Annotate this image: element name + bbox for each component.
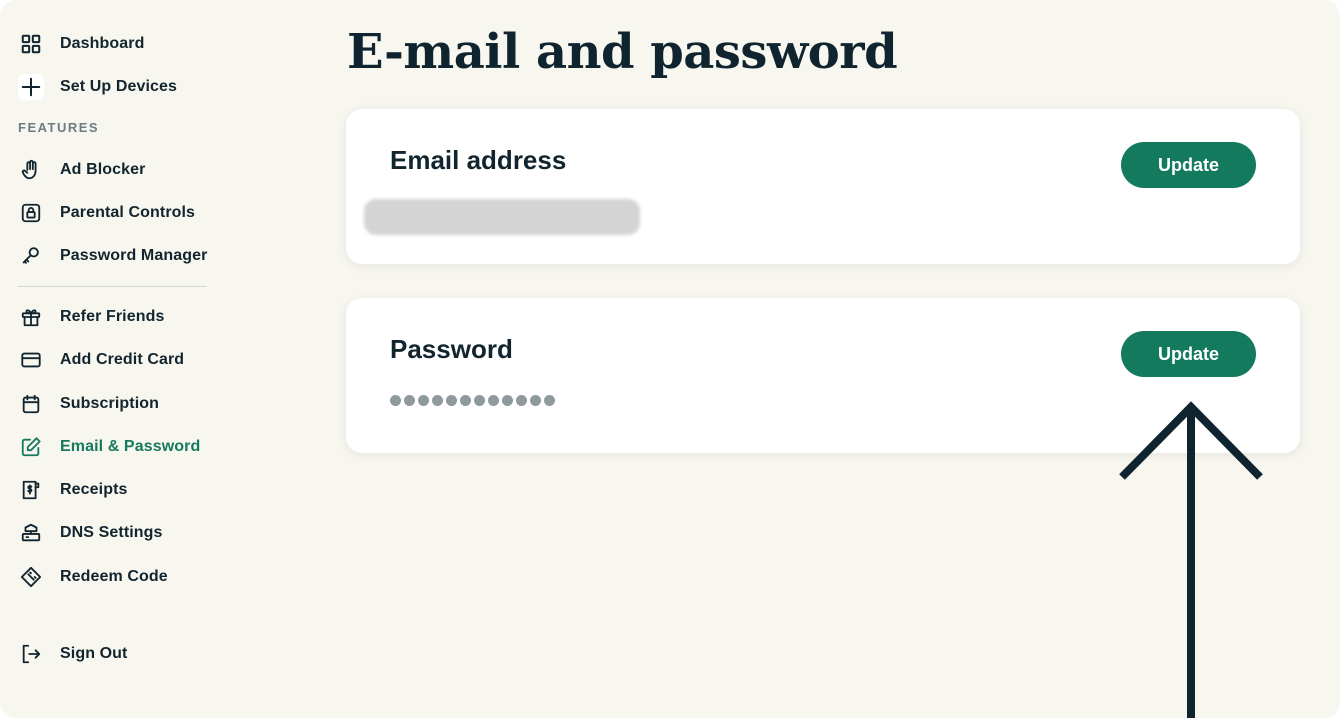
sidebar-item-redeem-code[interactable]: Redeem Code — [18, 563, 218, 591]
gift-icon — [18, 304, 44, 330]
sidebar-item-label: Redeem Code — [60, 568, 168, 585]
sidebar-item-dns-settings[interactable]: DNS Settings — [18, 519, 218, 547]
update-email-button[interactable]: Update — [1121, 142, 1256, 188]
sidebar: Dashboard Set Up Devices FEATURES Ad Blo… — [0, 0, 220, 718]
sidebar-divider — [18, 286, 207, 287]
password-mask-dot — [404, 395, 415, 406]
sidebar-item-label: Add Credit Card — [60, 351, 185, 368]
section-heading-features: FEATURES — [18, 120, 100, 135]
hand-icon — [18, 157, 44, 183]
password-mask-dot — [544, 395, 555, 406]
sidebar-item-password-manager[interactable]: Password Manager — [18, 242, 218, 270]
calendar-icon — [18, 391, 44, 417]
key-icon — [18, 243, 44, 269]
grid-icon — [18, 31, 44, 57]
page-title: E-mail and password — [347, 24, 898, 80]
email-value-redacted — [364, 199, 640, 235]
email-card: Email address Update — [346, 109, 1300, 264]
receipt-icon — [18, 477, 44, 503]
sidebar-item-label: DNS Settings — [60, 524, 163, 541]
dns-icon — [18, 520, 44, 546]
sidebar-item-label: Email & Password — [60, 438, 201, 455]
sign-out-icon — [18, 641, 44, 667]
ticket-icon — [18, 564, 44, 590]
sidebar-item-set-up-devices[interactable]: Set Up Devices — [18, 73, 218, 101]
sidebar-item-label: Dashboard — [60, 35, 145, 52]
sidebar-item-label: Ad Blocker — [60, 161, 146, 178]
plus-icon — [18, 74, 44, 100]
sidebar-item-label: Set Up Devices — [60, 78, 178, 95]
sidebar-item-ad-blocker[interactable]: Ad Blocker — [18, 156, 218, 184]
email-card-title: Email address — [390, 145, 567, 175]
password-mask-dot — [446, 395, 457, 406]
password-mask-dot — [390, 395, 401, 406]
sidebar-item-sign-out[interactable]: Sign Out — [18, 640, 218, 668]
credit-card-icon — [18, 347, 44, 373]
pointer-arrow-annotation — [1119, 401, 1263, 718]
sidebar-item-receipts[interactable]: Receipts — [18, 476, 218, 504]
password-mask-dot — [502, 395, 513, 406]
edit-icon — [18, 434, 44, 460]
password-mask-dot — [474, 395, 485, 406]
update-password-button[interactable]: Update — [1121, 331, 1256, 377]
sidebar-item-label: Parental Controls — [60, 204, 196, 221]
password-mask-dot — [488, 395, 499, 406]
sidebar-item-add-credit-card[interactable]: Add Credit Card — [18, 346, 218, 374]
sidebar-item-refer-friends[interactable]: Refer Friends — [18, 303, 218, 331]
password-mask-dot — [516, 395, 527, 406]
password-card-title: Password — [390, 334, 513, 364]
password-mask-dot — [432, 395, 443, 406]
password-mask-dot — [460, 395, 471, 406]
sidebar-item-label: Subscription — [60, 395, 159, 412]
sidebar-item-label: Receipts — [60, 481, 128, 498]
password-masked-value — [390, 395, 555, 406]
app-window: Dashboard Set Up Devices FEATURES Ad Blo… — [0, 0, 1340, 718]
sidebar-item-label: Sign Out — [60, 645, 128, 662]
password-mask-dot — [530, 395, 541, 406]
sidebar-item-email-password[interactable]: Email & Password — [18, 433, 218, 461]
sidebar-item-subscription[interactable]: Subscription — [18, 390, 218, 418]
password-mask-dot — [418, 395, 429, 406]
sidebar-item-dashboard[interactable]: Dashboard — [18, 30, 218, 58]
sidebar-item-label: Refer Friends — [60, 308, 165, 325]
sidebar-item-parental-controls[interactable]: Parental Controls — [18, 199, 218, 227]
sidebar-item-label: Password Manager — [60, 247, 208, 264]
lock-icon — [18, 200, 44, 226]
